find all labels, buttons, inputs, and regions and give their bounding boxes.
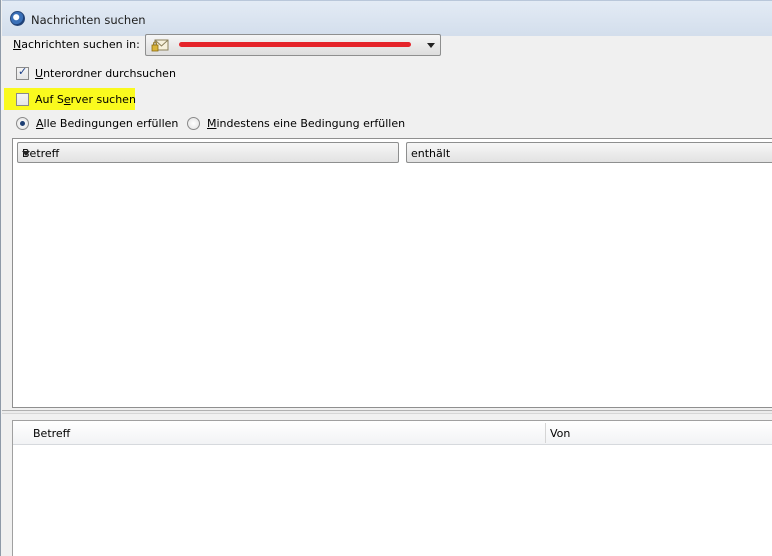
column-separator[interactable] <box>545 423 546 443</box>
chevron-down-icon <box>22 151 30 156</box>
thunderbird-icon <box>10 11 25 26</box>
subfolders-label: Unterordner durchsuchen <box>35 67 176 80</box>
condition-field-select[interactable]: Betreff <box>17 142 399 163</box>
subfolders-checkbox[interactable] <box>16 65 29 80</box>
column-header-from[interactable]: Von <box>550 421 570 445</box>
server-search-option[interactable]: Auf Server suchen <box>16 93 136 106</box>
match-any-label: Mindestens eine Bedingung erfüllen <box>207 117 406 130</box>
mail-folder-icon <box>151 39 169 52</box>
server-search-checkbox[interactable] <box>16 93 29 106</box>
pane-splitter[interactable] <box>2 410 772 414</box>
window-title: Nachrichten suchen <box>31 13 146 27</box>
chevron-down-icon <box>427 43 435 48</box>
condition-operator-select[interactable]: enthält <box>406 142 772 163</box>
match-any-radio[interactable] <box>187 117 200 130</box>
title-bar: Nachrichten suchen <box>2 0 772 36</box>
match-all-radio[interactable] <box>16 117 29 130</box>
search-in-label: Nachrichten suchen in: <box>13 38 140 51</box>
results-list: Betreff Von <box>12 420 772 556</box>
redacted-account-name <box>179 42 411 47</box>
match-any-option[interactable]: Mindestens eine Bedingung erfüllen <box>187 117 405 130</box>
match-all-label: Alle Bedingungen erfüllen <box>36 117 179 130</box>
conditions-list: Betreff enthält <box>12 138 772 408</box>
subfolders-option[interactable]: Unterordner durchsuchen <box>16 65 176 80</box>
column-header-subject[interactable]: Betreff <box>33 421 70 445</box>
search-in-folder-select[interactable] <box>145 34 441 56</box>
match-all-option[interactable]: Alle Bedingungen erfüllen <box>16 117 178 130</box>
condition-operator-value: enthält <box>411 147 451 160</box>
results-header: Betreff Von <box>13 421 772 445</box>
search-messages-window: Nachrichten suchen Nachrichten suchen in… <box>0 0 772 556</box>
server-search-label: Auf Server suchen <box>35 93 136 106</box>
